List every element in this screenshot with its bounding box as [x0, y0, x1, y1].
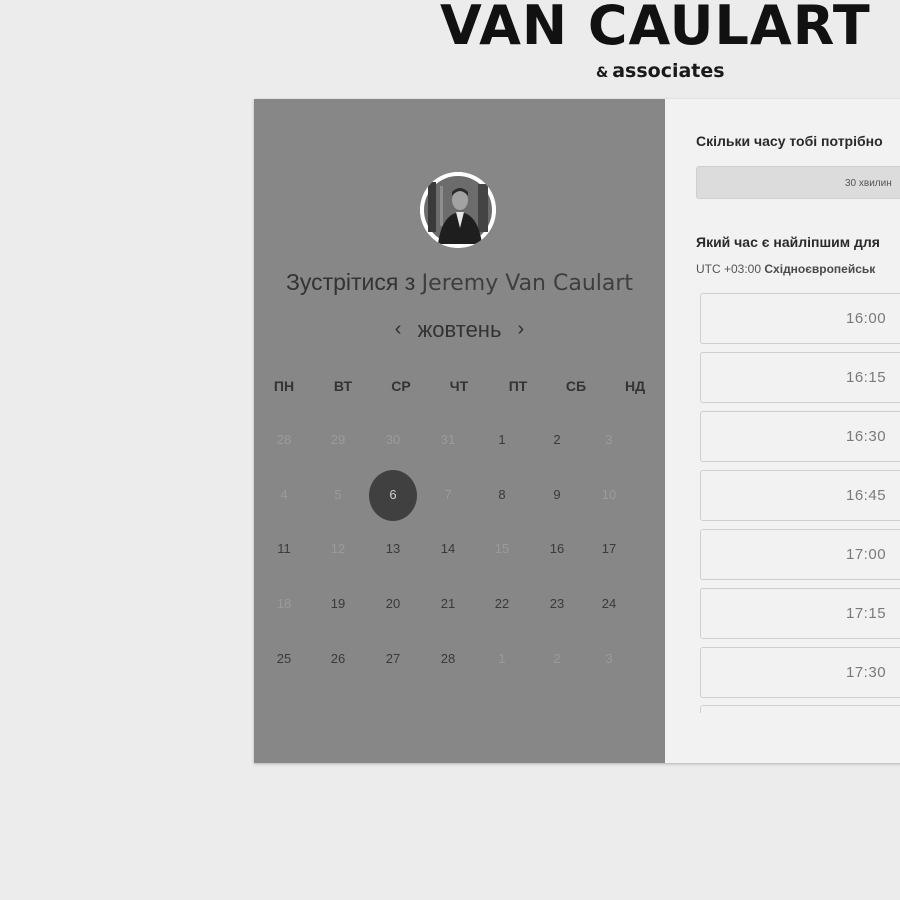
calendar-day: 29	[330, 432, 346, 447]
calendar-day[interactable]: 16	[537, 541, 577, 557]
booking-panel: Скільки часу тобі потрібно 30 хвилин Яки…	[665, 99, 900, 763]
time-slot-button[interactable]: 17:15	[700, 588, 900, 639]
calendar-day[interactable]: 13	[373, 541, 413, 557]
time-question: Який час є найліпшим для	[696, 234, 880, 250]
calendar-day[interactable]: 1	[482, 432, 522, 448]
calendar-day[interactable]: 14	[428, 541, 468, 557]
calendar-day[interactable]: 22	[482, 596, 522, 612]
time-slot-button[interactable]: 16:30	[700, 411, 900, 462]
time-slot-button[interactable]: 16:15	[700, 352, 900, 403]
calendar-day[interactable]: 24	[589, 596, 629, 612]
calendar-day[interactable]: 23	[537, 596, 577, 612]
duration-question: Скільки часу тобі потрібно	[696, 133, 883, 149]
calendar-day: 7	[444, 487, 452, 502]
duration-option-30[interactable]: 30 хвилин	[696, 166, 900, 199]
time-slot-button[interactable]: 17:30	[700, 647, 900, 698]
calendar-day: 4	[280, 487, 288, 502]
calendar-day[interactable]: 26	[318, 651, 358, 667]
brand-subtitle: & associates	[596, 60, 725, 82]
calendar-day[interactable]: 2	[537, 432, 577, 448]
calendar-day[interactable]: 28	[428, 651, 468, 667]
calendar-day: 28	[276, 432, 292, 447]
calendar-day[interactable]: 21	[428, 596, 468, 612]
booking-card: Зустрітися з Jeremy Van Caulart ‹ жовтен…	[254, 99, 900, 763]
calendar-day: 1	[498, 651, 506, 666]
calendar-day[interactable]: 11	[264, 541, 304, 557]
timezone-name: Східноєвропейськ	[764, 262, 876, 276]
calendar-day: 12	[330, 541, 346, 556]
calendar-day: 10	[601, 487, 617, 502]
timezone-offset: UTC +03:00	[696, 262, 762, 276]
calendar-day[interactable]: 9	[537, 487, 577, 503]
calendar-day: 5	[334, 487, 342, 502]
calendar-day[interactable]: 17	[589, 541, 629, 557]
calendar-day: 31	[440, 432, 456, 447]
brand-ampersand: &	[596, 65, 609, 81]
calendar-day: 18	[276, 596, 292, 611]
time-slot-partial[interactable]	[700, 705, 900, 713]
calendar-day[interactable]: 25	[264, 651, 304, 667]
time-slot-button[interactable]: 17:00	[700, 529, 900, 580]
time-slot-button[interactable]: 16:00	[700, 293, 900, 344]
calendar-panel: Зустрітися з Jeremy Van Caulart ‹ жовтен…	[254, 99, 665, 763]
calendar-day[interactable]: 19	[318, 596, 358, 612]
timezone-selector[interactable]: UTC +03:00 Східноєвропейськ	[696, 262, 875, 276]
calendar-day: 15	[494, 541, 510, 556]
brand-logo: VAN CAULART & associates	[440, 0, 900, 82]
calendar-grid: 28 29 30 31 1 2 3 4 5 6 7 8 9 10 11 12 13 14 15 16 17 18 19 20 2…	[254, 99, 665, 763]
calendar-day: 30	[385, 432, 401, 447]
calendar-day[interactable]: 27	[373, 651, 413, 667]
calendar-day: 2	[553, 651, 561, 666]
time-slot-button[interactable]: 16:45	[700, 470, 900, 521]
calendar-day-selected[interactable]: 6	[373, 487, 413, 503]
calendar-day: 3	[605, 651, 613, 666]
calendar-day[interactable]: 20	[373, 596, 413, 612]
calendar-day: 3	[605, 432, 613, 447]
brand-title: VAN CAULART	[440, 0, 871, 57]
calendar-day[interactable]: 8	[482, 487, 522, 503]
brand-subtitle-text: associates	[612, 60, 725, 82]
page: VAN CAULART & associates Зустрітися з Je…	[0, 0, 900, 900]
